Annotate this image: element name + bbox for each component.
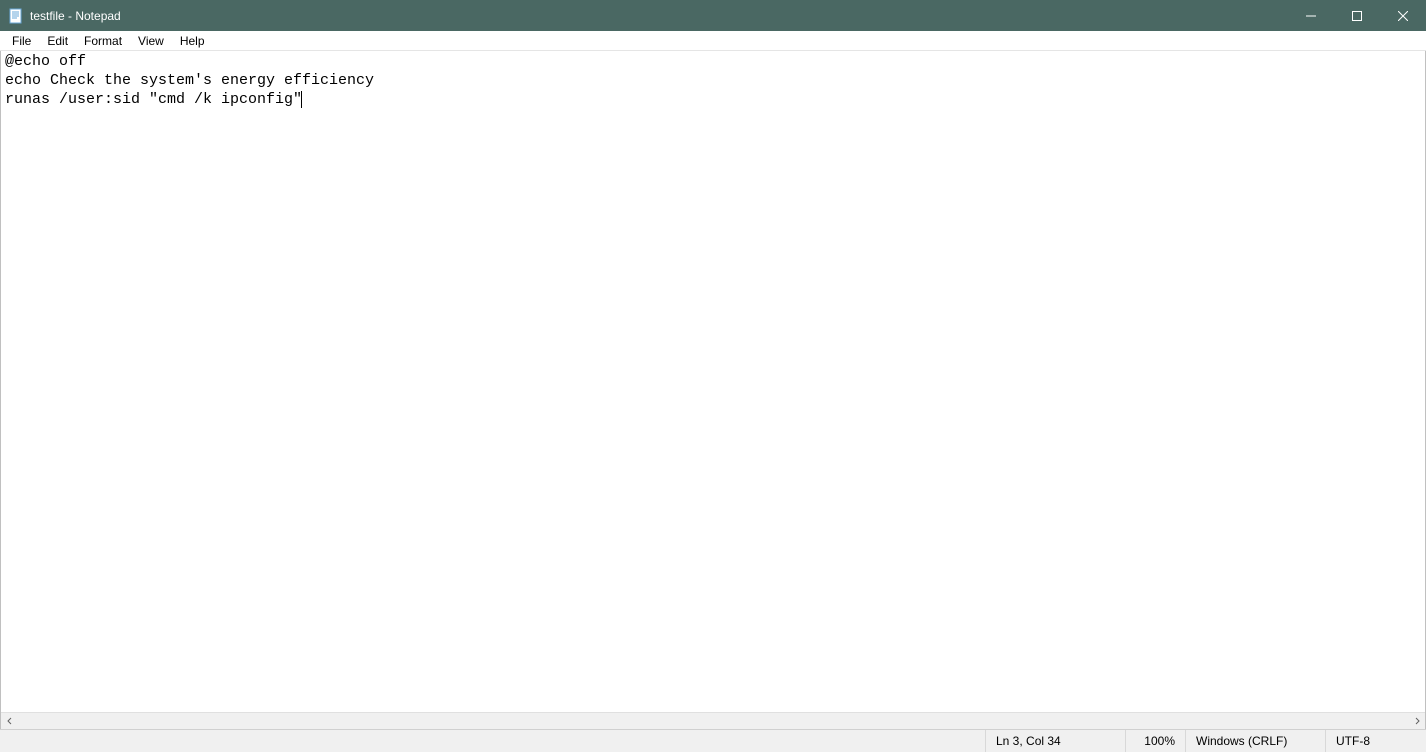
close-button[interactable] xyxy=(1380,0,1426,31)
text-editor[interactable]: @echo off echo Check the system's energy… xyxy=(1,51,1425,712)
menu-view[interactable]: View xyxy=(130,32,172,50)
notepad-icon xyxy=(8,8,24,24)
status-encoding: UTF-8 xyxy=(1326,730,1426,752)
editor-content: @echo off echo Check the system's energy… xyxy=(5,53,374,108)
status-zoom: 100% xyxy=(1126,730,1186,752)
scroll-right-arrow-icon[interactable] xyxy=(1408,713,1425,730)
status-line-ending: Windows (CRLF) xyxy=(1186,730,1326,752)
menu-format[interactable]: Format xyxy=(76,32,130,50)
text-caret xyxy=(301,91,302,108)
menu-edit[interactable]: Edit xyxy=(39,32,76,50)
status-cursor-position: Ln 3, Col 34 xyxy=(986,730,1126,752)
minimize-button[interactable] xyxy=(1288,0,1334,31)
menu-file[interactable]: File xyxy=(4,32,39,50)
horizontal-scrollbar[interactable] xyxy=(1,712,1425,729)
menubar: File Edit Format View Help xyxy=(0,31,1426,51)
menu-help[interactable]: Help xyxy=(172,32,213,50)
titlebar[interactable]: testfile - Notepad xyxy=(0,0,1426,31)
maximize-button[interactable] xyxy=(1334,0,1380,31)
scroll-track[interactable] xyxy=(18,713,1408,729)
status-spacer xyxy=(0,730,986,752)
window-controls xyxy=(1288,0,1426,31)
scroll-left-arrow-icon[interactable] xyxy=(1,713,18,730)
editor-area: @echo off echo Check the system's energy… xyxy=(0,51,1426,729)
window-title: testfile - Notepad xyxy=(30,9,1288,23)
statusbar: Ln 3, Col 34 100% Windows (CRLF) UTF-8 xyxy=(0,729,1426,752)
